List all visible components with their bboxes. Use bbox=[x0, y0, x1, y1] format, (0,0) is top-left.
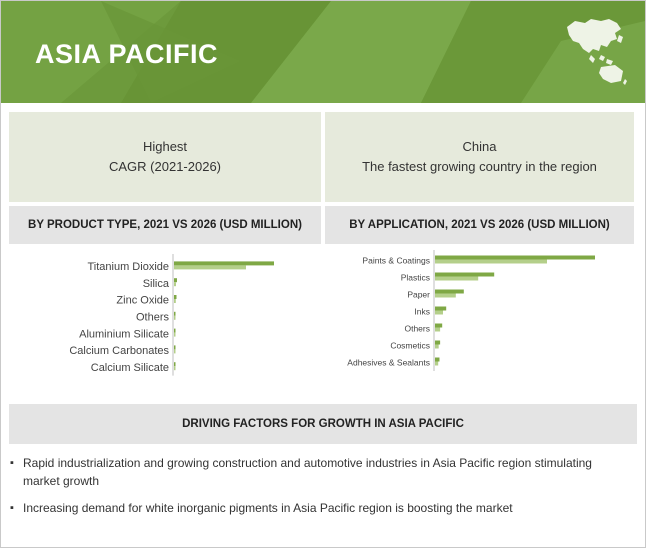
product-type-heading: BY PRODUCT TYPE, 2021 VS 2026 (USD MILLI… bbox=[9, 206, 321, 244]
category-label: Titanium Dioxide bbox=[87, 261, 169, 273]
application-heading: BY APPLICATION, 2021 VS 2026 (USD MILLIO… bbox=[325, 206, 634, 244]
category-label: Zinc Oxide bbox=[116, 295, 169, 307]
bar-series-2 bbox=[174, 349, 176, 354]
asia-pacific-map-icon bbox=[567, 19, 627, 85]
category-label: Others bbox=[404, 323, 430, 333]
bar-series-2 bbox=[435, 344, 439, 349]
category-label: Inks bbox=[414, 306, 430, 316]
bar-series-2 bbox=[174, 315, 176, 320]
bar-series-1 bbox=[174, 362, 176, 367]
driving-factors-heading: DRIVING FACTORS FOR GROWTH IN ASIA PACIF… bbox=[9, 404, 637, 444]
bar-series-1 bbox=[174, 278, 177, 283]
driving-factor-item: Rapid industrialization and growing cons… bbox=[10, 454, 630, 490]
bar-series-2 bbox=[435, 327, 441, 332]
driving-factors-list: Rapid industrialization and growing cons… bbox=[10, 454, 630, 526]
highest-label: Highest bbox=[142, 139, 188, 154]
category-label: Others bbox=[136, 311, 170, 323]
region-title: ASIA PACIFIC bbox=[35, 39, 219, 69]
category-label: Cosmetics bbox=[390, 340, 430, 350]
cagr-period-label: CAGR (2021-2026) bbox=[109, 159, 221, 174]
bar-series-1 bbox=[435, 289, 464, 294]
header-banner: ASIA PACIFIC bbox=[1, 1, 645, 103]
fastest-country-box: China The fastest growing country in the… bbox=[325, 112, 634, 202]
category-label: Plastics bbox=[401, 272, 430, 282]
bar-series-1 bbox=[435, 272, 495, 277]
bar-series-2 bbox=[435, 310, 443, 315]
bar-series-1 bbox=[435, 306, 447, 311]
bar-series-2 bbox=[174, 265, 246, 270]
fastest-growing-label: The fastest growing country in the regio… bbox=[362, 159, 597, 174]
country-name: China bbox=[462, 139, 497, 154]
highest-cagr-box: Highest CAGR (2021-2026) bbox=[9, 112, 321, 202]
bar-series-1 bbox=[174, 295, 177, 299]
bar-series-2 bbox=[174, 332, 176, 337]
bar-series-1 bbox=[174, 328, 176, 333]
bar-series-1 bbox=[174, 261, 274, 266]
product-type-bar-chart: Titanium Dioxide Silica Zinc Oxide Others Al… bbox=[69, 254, 274, 376]
bar-series-1 bbox=[435, 255, 595, 260]
category-label: Paints & Coatings bbox=[362, 255, 430, 265]
application-bar-chart: Paints & Coatings Plastics Paper Inks Others… bbox=[347, 250, 595, 371]
category-label: Paper bbox=[407, 289, 430, 299]
bar-series-2 bbox=[174, 366, 176, 371]
bar-series-1 bbox=[174, 345, 176, 350]
driving-factor-item: Increasing demand for white inorganic pi… bbox=[10, 499, 630, 517]
bar-series-1 bbox=[174, 311, 176, 316]
bar-series-2 bbox=[435, 259, 547, 264]
bar-series-1 bbox=[435, 357, 440, 362]
bar-series-1 bbox=[435, 340, 441, 345]
category-label: Adhesives & Sealants bbox=[347, 357, 430, 367]
category-label: Aluminium Silicate bbox=[79, 328, 169, 340]
bar-series-2 bbox=[174, 282, 176, 287]
category-label: Calcium Silicate bbox=[91, 362, 169, 374]
bar-series-2 bbox=[435, 293, 456, 298]
bar-series-2 bbox=[435, 276, 479, 281]
bar-series-2 bbox=[435, 361, 439, 366]
bar-series-2 bbox=[174, 299, 176, 303]
category-label: Silica bbox=[143, 278, 170, 290]
bar-series-1 bbox=[435, 323, 443, 328]
category-label: Calcium Carbonates bbox=[69, 345, 169, 357]
